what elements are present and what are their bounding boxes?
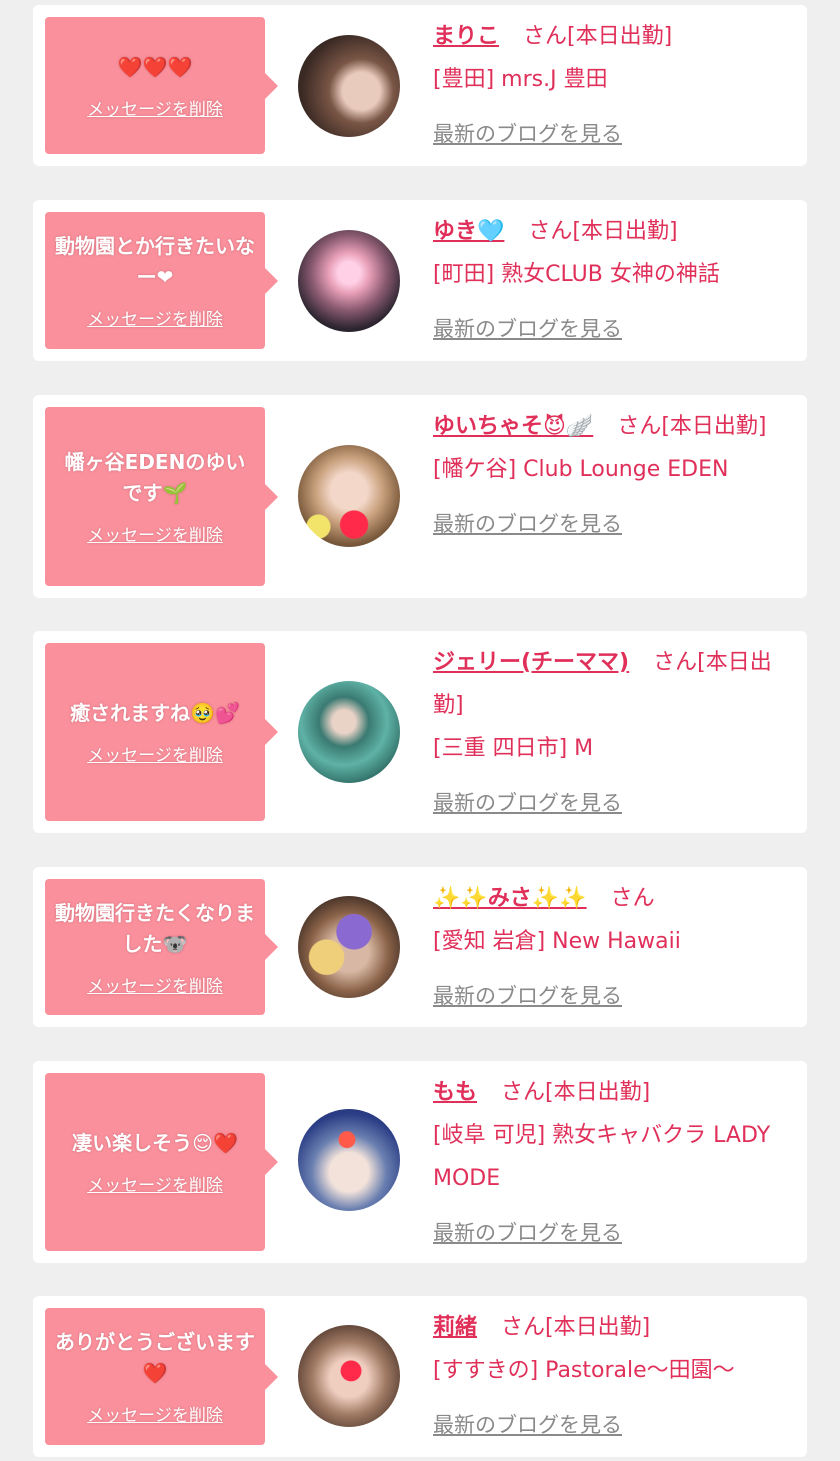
message-text: 動物園行きたくなりました🐨	[55, 900, 255, 956]
delete-message-link[interactable]: メッセージを削除	[87, 305, 223, 330]
message-text: ありがとうございます❤️	[55, 1330, 255, 1385]
delete-message-link[interactable]: メッセージを削除	[87, 1401, 223, 1426]
shop-info: [三重 四日市] M	[433, 736, 594, 761]
message-bubble: 幡ヶ谷EDENのゆいです🌱 メッセージを削除	[45, 407, 278, 586]
avatar[interactable]	[298, 230, 400, 332]
name-suffix: さん	[610, 886, 655, 911]
latest-blog-link[interactable]: 最新のブログを見る	[433, 975, 622, 1018]
message-bubble: 癒されますね🥹💕 メッセージを削除	[45, 643, 278, 821]
delete-message-link[interactable]: メッセージを削除	[87, 521, 223, 546]
message-card: 動物園とか行きたいなー❤ メッセージを削除 ゆき🩵 さん[本日出勤] [町田] 熟…	[33, 200, 807, 361]
latest-blog-link[interactable]: 最新のブログを見る	[433, 308, 622, 351]
shop-info: [幡ケ谷] Club Lounge EDEN	[433, 457, 729, 482]
profile-name-link[interactable]: ジェリー(チーママ)	[433, 650, 629, 675]
message-text: 動物園とか行きたいなー❤	[55, 234, 255, 289]
message-bubble: 動物園とか行きたいなー❤ メッセージを削除	[45, 212, 278, 349]
latest-blog-link[interactable]: 最新のブログを見る	[433, 782, 622, 825]
delete-message-link[interactable]: メッセージを削除	[87, 741, 223, 766]
message-card: 動物園行きたくなりました🐨 メッセージを削除 ✨✨みさ✨✨ さん [愛知 岩倉] …	[33, 867, 807, 1027]
name-suffix: さん[本日出勤]	[617, 414, 767, 439]
latest-blog-link[interactable]: 最新のブログを見る	[433, 503, 622, 546]
latest-blog-link[interactable]: 最新のブログを見る	[433, 1212, 622, 1255]
latest-blog-link[interactable]: 最新のブログを見る	[433, 1404, 622, 1447]
message-text: 癒されますね🥹💕	[70, 701, 240, 725]
avatar[interactable]	[298, 35, 400, 137]
shop-info: [愛知 岩倉] New Hawaii	[433, 929, 681, 954]
profile-name-link[interactable]: ゆいちゃそ😈🪽	[433, 414, 593, 439]
message-card: 癒されますね🥹💕 メッセージを削除 ジェリー(チーママ) さん[本日出勤] [三重…	[33, 631, 807, 833]
message-bubble: ❤️❤️❤️ メッセージを削除	[45, 17, 278, 154]
message-card: 幡ヶ谷EDENのゆいです🌱 メッセージを削除 ゆいちゃそ😈🪽 さん[本日出勤] […	[33, 395, 807, 598]
delete-message-link[interactable]: メッセージを削除	[87, 1171, 223, 1196]
message-text: 凄い楽しそう😌❤️	[72, 1131, 238, 1155]
avatar[interactable]	[298, 1109, 400, 1211]
shop-info: [岐阜 可児] 熟女キャバクラ LADY MODE	[433, 1123, 771, 1191]
latest-blog-link[interactable]: 最新のブログを見る	[433, 113, 622, 156]
message-card: ありがとうございます❤️ メッセージを削除 莉緒 さん[本日出勤] [すすきの] …	[33, 1296, 807, 1457]
message-card: ❤️❤️❤️ メッセージを削除 まりこ さん[本日出勤] [豊田] mrs.J 豊…	[33, 5, 807, 166]
avatar[interactable]	[298, 445, 400, 547]
message-bubble: 凄い楽しそう😌❤️ メッセージを削除	[45, 1073, 278, 1251]
shop-info: [すすきの] Pastorale〜田園〜	[433, 1358, 735, 1383]
name-suffix: さん[本日出勤]	[528, 219, 678, 244]
message-text: 幡ヶ谷EDENのゆいです🌱	[64, 450, 246, 505]
message-text: ❤️❤️❤️	[117, 54, 193, 79]
avatar[interactable]	[298, 896, 400, 998]
profile-name-link[interactable]: ゆき🩵	[433, 219, 504, 244]
profile-name-link[interactable]: まりこ	[433, 24, 499, 49]
avatar[interactable]	[298, 681, 400, 783]
shop-info: [町田] 熟女CLUB 女神の神話	[433, 262, 720, 287]
profile-name-link[interactable]: ✨✨みさ✨✨	[433, 886, 587, 911]
name-suffix: さん[本日出勤]	[501, 1080, 651, 1105]
shop-info: [豊田] mrs.J 豊田	[433, 67, 608, 92]
name-suffix: さん[本日出勤]	[501, 1315, 651, 1340]
delete-message-link[interactable]: メッセージを削除	[87, 972, 223, 997]
message-card: 凄い楽しそう😌❤️ メッセージを削除 もも さん[本日出勤] [岐阜 可児] 熟女…	[33, 1061, 807, 1263]
message-bubble: ありがとうございます❤️ メッセージを削除	[45, 1308, 278, 1445]
profile-name-link[interactable]: 莉緒	[433, 1315, 477, 1340]
avatar[interactable]	[298, 1325, 400, 1427]
name-suffix: さん[本日出勤]	[523, 24, 673, 49]
message-bubble: 動物園行きたくなりました🐨 メッセージを削除	[45, 879, 278, 1015]
delete-message-link[interactable]: メッセージを削除	[87, 95, 223, 120]
profile-name-link[interactable]: もも	[433, 1080, 477, 1105]
